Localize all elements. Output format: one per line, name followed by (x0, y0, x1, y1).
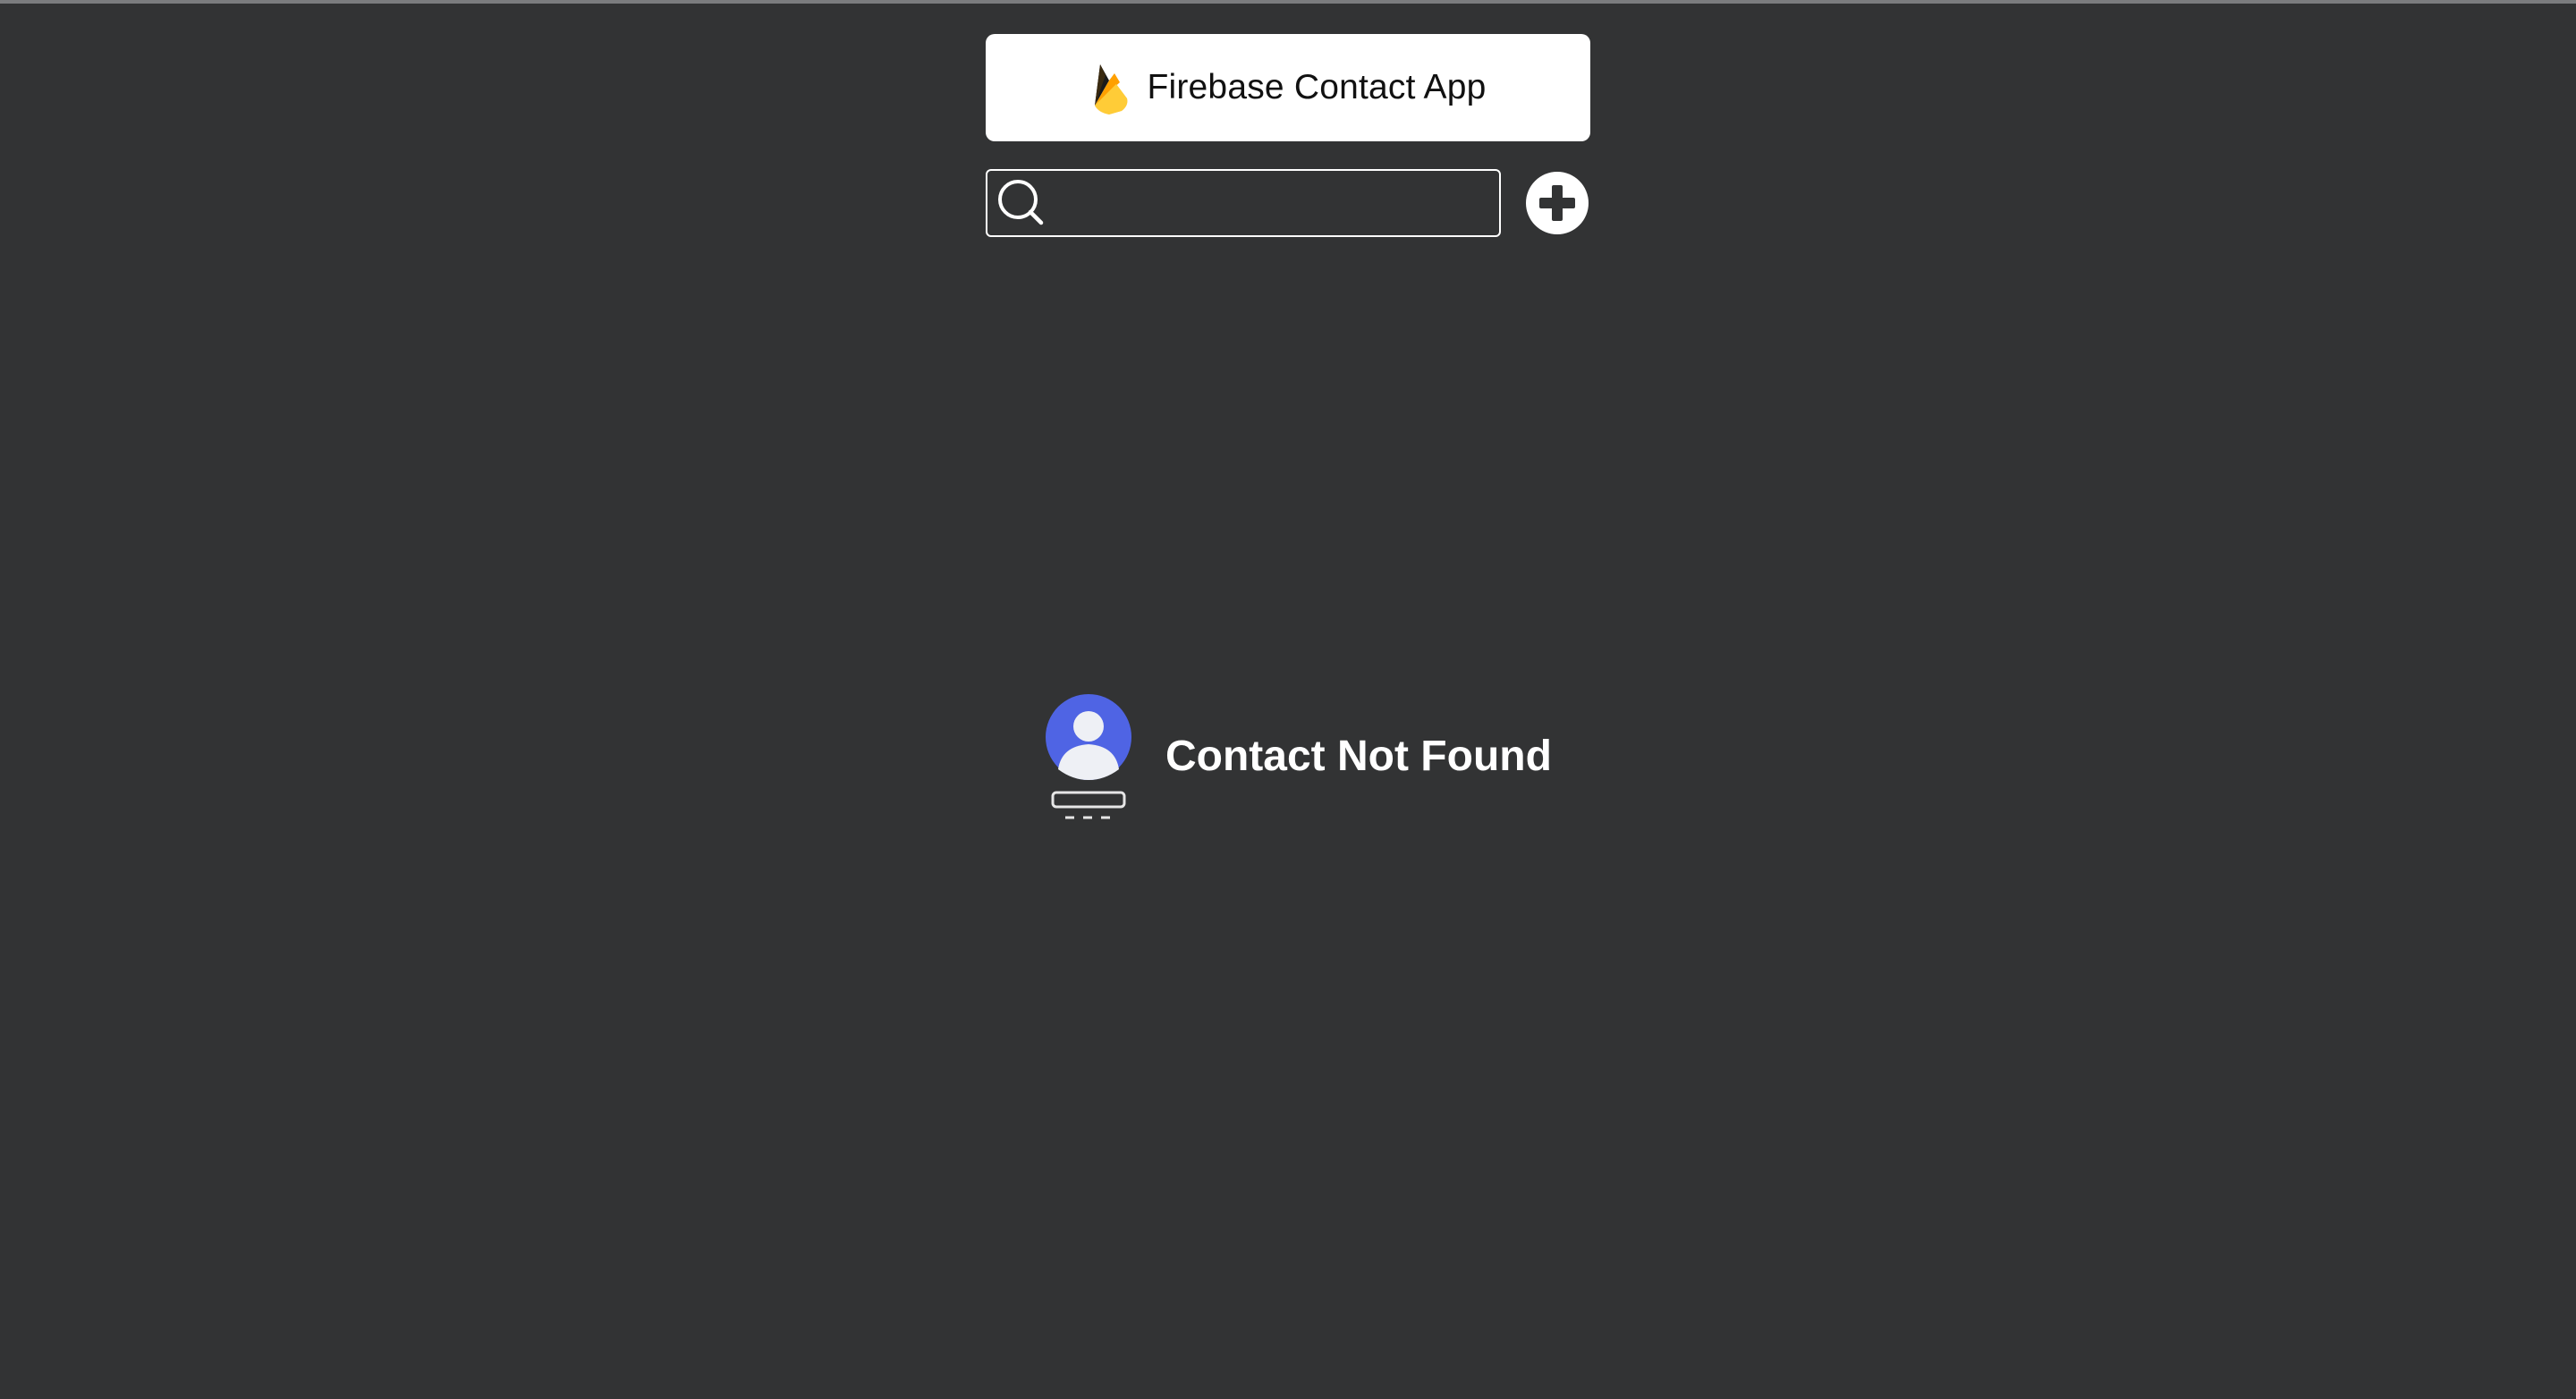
app-header: Firebase Contact App (986, 34, 1590, 141)
contact-avatar-illustration (1042, 692, 1135, 827)
plus-circle-icon (1526, 172, 1589, 234)
search-input[interactable] (1046, 171, 1499, 235)
firebase-flame-icon (1089, 61, 1131, 114)
empty-state: Contact Not Found (1042, 692, 1552, 827)
search-box[interactable] (986, 169, 1501, 237)
add-contact-button[interactable] (1526, 172, 1589, 234)
app-title: Firebase Contact App (1147, 68, 1487, 106)
window-top-border (0, 0, 2576, 4)
search-icon (996, 178, 1046, 228)
empty-state-message: Contact Not Found (1165, 733, 1552, 780)
